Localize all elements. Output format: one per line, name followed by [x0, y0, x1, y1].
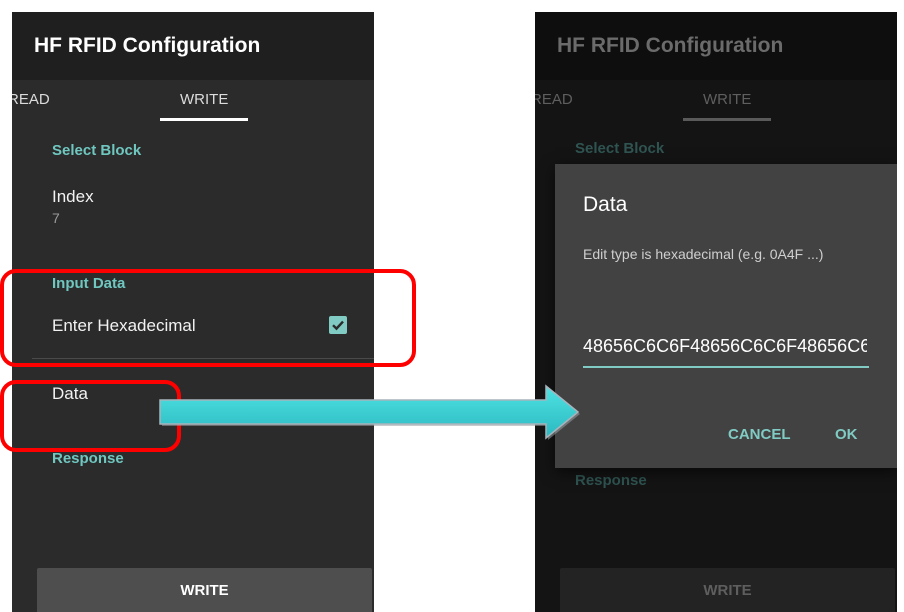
right-arrow-icon — [159, 384, 580, 440]
app-bar: HF RFID Configuration — [535, 12, 897, 80]
tab-read[interactable]: READ — [12, 91, 50, 108]
tab-bar: READ WRITE — [12, 80, 374, 122]
response-header: Response — [52, 450, 124, 467]
ok-button[interactable]: OK — [835, 426, 858, 443]
select-block-header: Select Block — [52, 142, 142, 159]
tab-indicator — [160, 118, 248, 121]
write-button[interactable]: WRITE — [37, 568, 372, 612]
cancel-button[interactable]: CANCEL — [728, 426, 791, 443]
data-dialog: Data Edit type is hexadecimal (e.g. 0A4F… — [555, 164, 897, 468]
app-title: HF RFID Configuration — [34, 34, 261, 57]
dialog-message: Edit type is hexadecimal (e.g. 0A4F ...) — [583, 246, 824, 262]
index-title: Index — [52, 187, 94, 206]
tab-write[interactable]: WRITE — [703, 91, 751, 108]
app-bar: HF RFID Configuration — [12, 12, 374, 80]
write-button[interactable]: WRITE — [560, 568, 895, 612]
dialog-title: Data — [583, 193, 628, 216]
index-value: 7 — [52, 210, 60, 226]
select-block-header: Select Block — [575, 140, 665, 157]
app-title: HF RFID Configuration — [557, 34, 784, 57]
tab-write[interactable]: WRITE — [180, 91, 228, 108]
data-input-underline — [583, 366, 869, 368]
input-data-highlight — [0, 269, 416, 367]
right-screen: HF RFID Configuration READ WRITE Select … — [535, 12, 897, 612]
response-header: Response — [575, 472, 647, 489]
tab-bar: READ WRITE — [535, 80, 897, 122]
tab-read[interactable]: READ — [535, 91, 573, 108]
tab-indicator — [683, 118, 771, 121]
data-input[interactable]: 48656C6C6F48656C6C6F48656C6C6F — [583, 336, 867, 366]
